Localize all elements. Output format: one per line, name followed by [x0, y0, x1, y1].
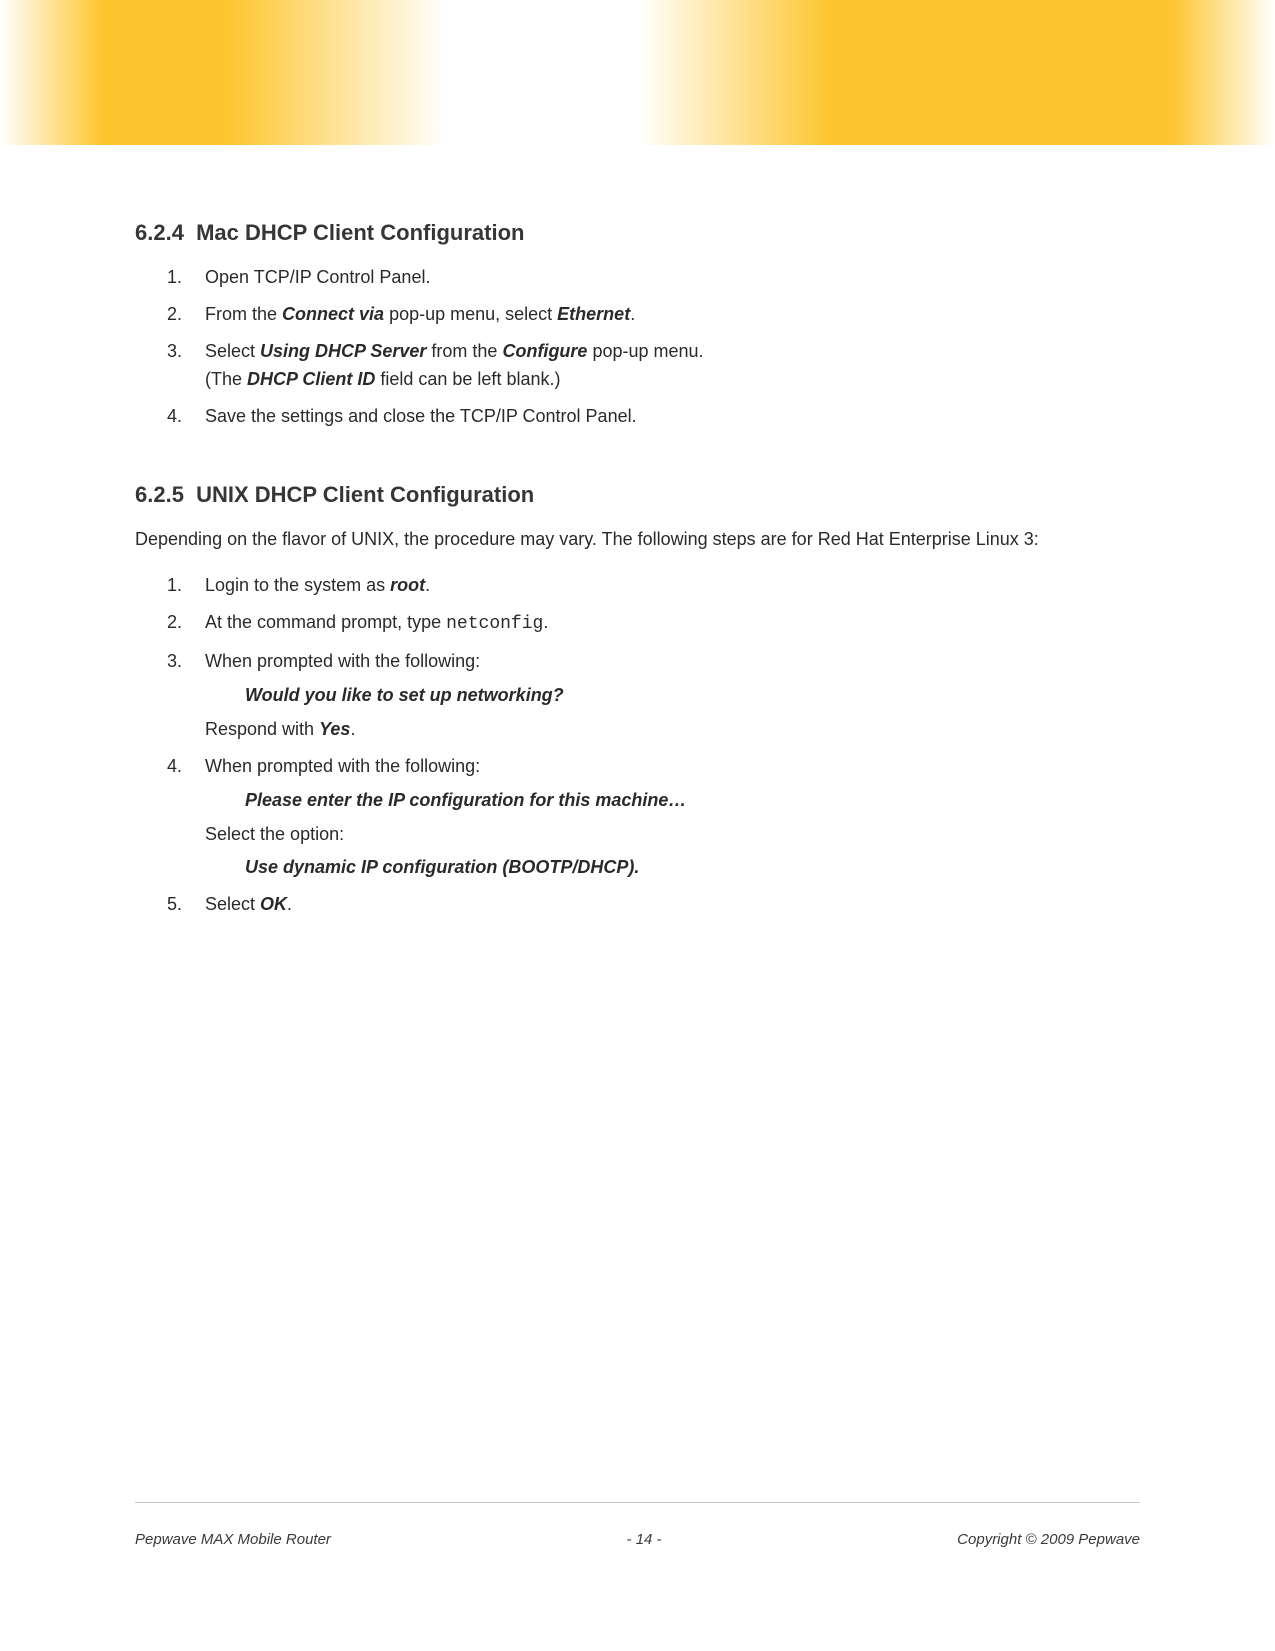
list-item: Select Using DHCP Server from the Config…	[167, 338, 1140, 394]
section-624-heading: 6.2.4 Mac DHCP Client Configuration	[135, 220, 1140, 246]
list-item: When prompted with the following: Please…	[167, 753, 1140, 883]
list-item: When prompted with the following: Would …	[167, 648, 1140, 744]
header-band	[0, 0, 1275, 145]
list-item: From the Connect via pop-up menu, select…	[167, 301, 1140, 329]
step-text: Respond with	[205, 719, 319, 739]
step-text: .	[543, 612, 548, 632]
bold-text: OK	[260, 894, 287, 914]
step-text: Select	[205, 341, 260, 361]
step-text: .	[287, 894, 292, 914]
step-text: Login to the system as	[205, 575, 390, 595]
bold-text: Using DHCP Server	[260, 341, 426, 361]
option-text: Use dynamic IP configuration (BOOTP/DHCP…	[205, 854, 1140, 882]
step-text: Open TCP/IP Control Panel.	[205, 267, 430, 287]
step-text: Select	[205, 894, 260, 914]
section-number: 6.2.4	[135, 220, 184, 246]
section-624-steps: Open TCP/IP Control Panel. From the Conn…	[135, 264, 1140, 430]
bold-text: Yes	[319, 719, 350, 739]
bold-text: DHCP Client ID	[247, 369, 375, 389]
list-item: Save the settings and close the TCP/IP C…	[167, 403, 1140, 431]
section-625-heading: 6.2.5 UNIX DHCP Client Configuration	[135, 482, 1140, 508]
list-item: Select OK.	[167, 891, 1140, 919]
step-text: When prompted with the following:	[205, 756, 480, 776]
section-title-text: UNIX DHCP Client Configuration	[196, 482, 534, 507]
footer-page-number: - 14 -	[627, 1531, 662, 1548]
mono-text: netconfig	[446, 614, 543, 634]
section-625-steps: Login to the system as root. At the comm…	[135, 572, 1140, 919]
step-text: pop-up menu.	[587, 341, 703, 361]
bold-text: Connect via	[282, 304, 384, 324]
step-text: .	[350, 719, 355, 739]
step-text: (The	[205, 369, 247, 389]
list-item: Login to the system as root.	[167, 572, 1140, 600]
footer-left: Pepwave MAX Mobile Router	[135, 1531, 331, 1548]
footer-copyright: Copyright © 2009 Pepwave	[957, 1531, 1140, 1548]
step-text: Save the settings and close the TCP/IP C…	[205, 406, 637, 426]
list-item: At the command prompt, type netconfig.	[167, 609, 1140, 639]
step-text: From the	[205, 304, 282, 324]
page-footer: Pepwave MAX Mobile Router - 14 - Copyrig…	[0, 1502, 1275, 1548]
bold-text: Ethernet	[557, 304, 630, 324]
footer-row: Pepwave MAX Mobile Router - 14 - Copyrig…	[135, 1531, 1140, 1548]
step-response: Respond with Yes.	[205, 716, 1140, 744]
footer-divider	[135, 1502, 1140, 1503]
step-text: When prompted with the following:	[205, 651, 480, 671]
list-item: Open TCP/IP Control Panel.	[167, 264, 1140, 292]
bold-text: root	[390, 575, 425, 595]
step-text: .	[425, 575, 430, 595]
section-title-text: Mac DHCP Client Configuration	[196, 220, 524, 245]
prompt-text: Please enter the IP configuration for th…	[205, 787, 1140, 815]
prompt-text: Would you like to set up networking?	[205, 682, 1140, 710]
step-text: field can be left blank.)	[375, 369, 560, 389]
page-content: 6.2.4 Mac DHCP Client Configuration Open…	[0, 145, 1275, 919]
step-text: .	[630, 304, 635, 324]
bold-text: Configure	[502, 341, 587, 361]
step-text: At the command prompt, type	[205, 612, 446, 632]
intro-paragraph: Depending on the flavor of UNIX, the pro…	[135, 526, 1140, 554]
section-number: 6.2.5	[135, 482, 184, 508]
step-text: pop-up menu, select	[384, 304, 557, 324]
step-text: from the	[426, 341, 502, 361]
step-text: Select the option:	[205, 821, 1140, 849]
